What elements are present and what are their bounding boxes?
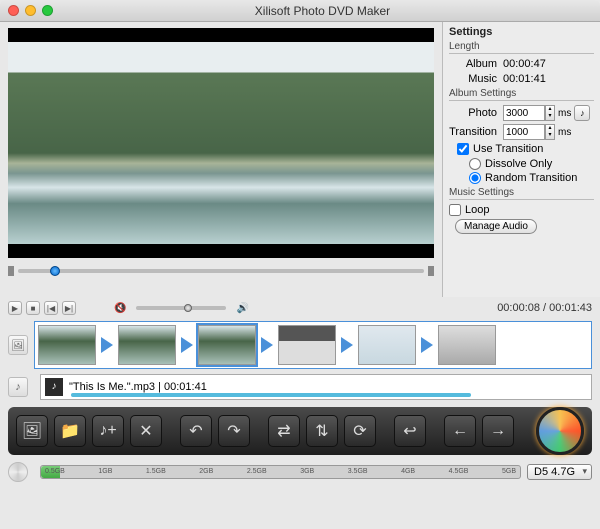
scrub-start-marker [8,266,14,276]
disc-ticks: 0.5GB 1GB 1.5GB 2GB 2.5GB 3GB 3.5GB 4GB … [41,466,520,478]
refresh-button[interactable]: ⟳ [344,415,376,447]
disc-icon [8,462,28,482]
add-folder-button[interactable]: 📁 [54,415,86,447]
burn-button[interactable] [536,407,584,455]
prev-button[interactable]: |◀ [44,301,58,315]
scrub-bar[interactable] [8,264,434,278]
minimize-button[interactable] [25,5,36,16]
audio-track[interactable]: ♪ "This Is Me.".mp3 | 00:01:41 [40,374,592,400]
transition-icon[interactable] [338,325,356,365]
use-transition-checkbox[interactable] [457,143,469,155]
music-length-label: Music [449,73,503,85]
zoom-button[interactable] [42,5,53,16]
thumb-3[interactable] [198,325,256,365]
rotate-right-button[interactable]: ↷ [218,415,250,447]
album-length-value: 00:00:47 [503,58,594,70]
preview-area [0,22,442,297]
close-button[interactable] [8,5,19,16]
settings-panel: Settings Length Album00:00:47 Music00:01… [442,22,600,297]
ms-unit-2: ms [558,127,571,138]
album-length-label: Album [449,58,503,70]
audio-file-icon: ♪ [45,378,63,396]
titlebar: Xilisoft Photo DVD Maker [0,0,600,22]
length-group-label: Length [449,41,594,54]
preview-viewport [8,28,434,258]
loop-label: Loop [465,204,489,216]
transition-icon[interactable] [178,325,196,365]
stop-button[interactable]: ■ [26,301,40,315]
transition-icon[interactable] [258,325,276,365]
scrub-end-marker [428,266,434,276]
rotate-left-button[interactable]: ↶ [180,415,212,447]
music-settings-label: Music Settings [449,187,594,200]
sync-photo-music-button[interactable]: ♪ [574,105,590,121]
shuffle-button[interactable]: ⇄ [268,415,300,447]
manage-audio-button[interactable]: Manage Audio [455,219,537,234]
thumb-2[interactable] [118,325,176,365]
transition-icon[interactable] [418,325,436,365]
play-button[interactable]: ▶ [8,301,22,315]
dissolve-only-label: Dissolve Only [485,158,552,170]
volmax-icon[interactable]: 🔊 [236,303,248,314]
scrub-track[interactable] [18,269,424,273]
disc-capacity-meter: 0.5GB 1GB 1.5GB 2GB 2.5GB 3GB 3.5GB 4GB … [40,465,521,479]
mute-icon[interactable]: 🔇 [114,303,126,314]
audio-strip-icon[interactable]: ♪ [8,377,28,397]
dissolve-only-radio[interactable] [469,158,481,170]
thumb-6[interactable] [438,325,496,365]
preview-image [8,42,434,244]
audio-progress [71,393,471,397]
audio-filename: "This Is Me.".mp3 | 00:01:41 [69,381,207,393]
random-transition-radio[interactable] [469,172,481,184]
loop-checkbox[interactable] [449,204,461,216]
thumb-1[interactable] [38,325,96,365]
settings-heading: Settings [449,26,594,38]
move-left-button[interactable]: ← [444,415,476,447]
move-right-button[interactable]: → [482,415,514,447]
volume-slider[interactable] [136,306,226,310]
photo-duration-input[interactable] [503,105,545,121]
transition-duration-label: Transition [449,126,503,138]
album-settings-label: Album Settings [449,88,594,101]
thumb-5[interactable] [358,325,416,365]
delete-button[interactable]: ✕ [130,415,162,447]
transition-stepper[interactable]: ▴▾ [545,124,555,140]
add-image-button[interactable]: 🖼 [16,415,48,447]
add-music-button[interactable]: ♪+ [92,415,124,447]
transition-icon[interactable] [98,325,116,365]
ms-unit: ms [558,108,571,119]
playback-time: 00:00:08 / 00:01:43 [497,302,592,314]
volume-thumb[interactable] [184,304,192,312]
traffic-lights [8,5,53,16]
sort-button[interactable]: ⇅ [306,415,338,447]
undo-button[interactable]: ↩ [394,415,426,447]
music-length-value: 00:01:41 [503,73,594,85]
thumb-4[interactable] [278,325,336,365]
use-transition-label: Use Transition [473,143,543,155]
toolbar: 🖼 📁 ♪+ ✕ ↶ ↷ ⇄ ⇅ ⟳ ↩ ← → [8,407,592,455]
random-transition-label: Random Transition [485,172,577,184]
scrub-thumb[interactable] [50,266,60,276]
filmstrip[interactable] [34,321,592,369]
transition-duration-input[interactable] [503,124,545,140]
photos-strip-icon[interactable]: 🖼 [8,335,28,355]
player-controls: ▶ ■ |◀ ▶| 🔇 🔊 00:00:08 / 00:01:43 [0,297,600,319]
next-button[interactable]: ▶| [62,301,76,315]
photo-duration-label: Photo [449,107,503,119]
disc-preset-select[interactable]: D5 4.7G [527,464,592,480]
window-title: Xilisoft Photo DVD Maker [53,4,592,18]
photo-stepper[interactable]: ▴▾ [545,105,555,121]
